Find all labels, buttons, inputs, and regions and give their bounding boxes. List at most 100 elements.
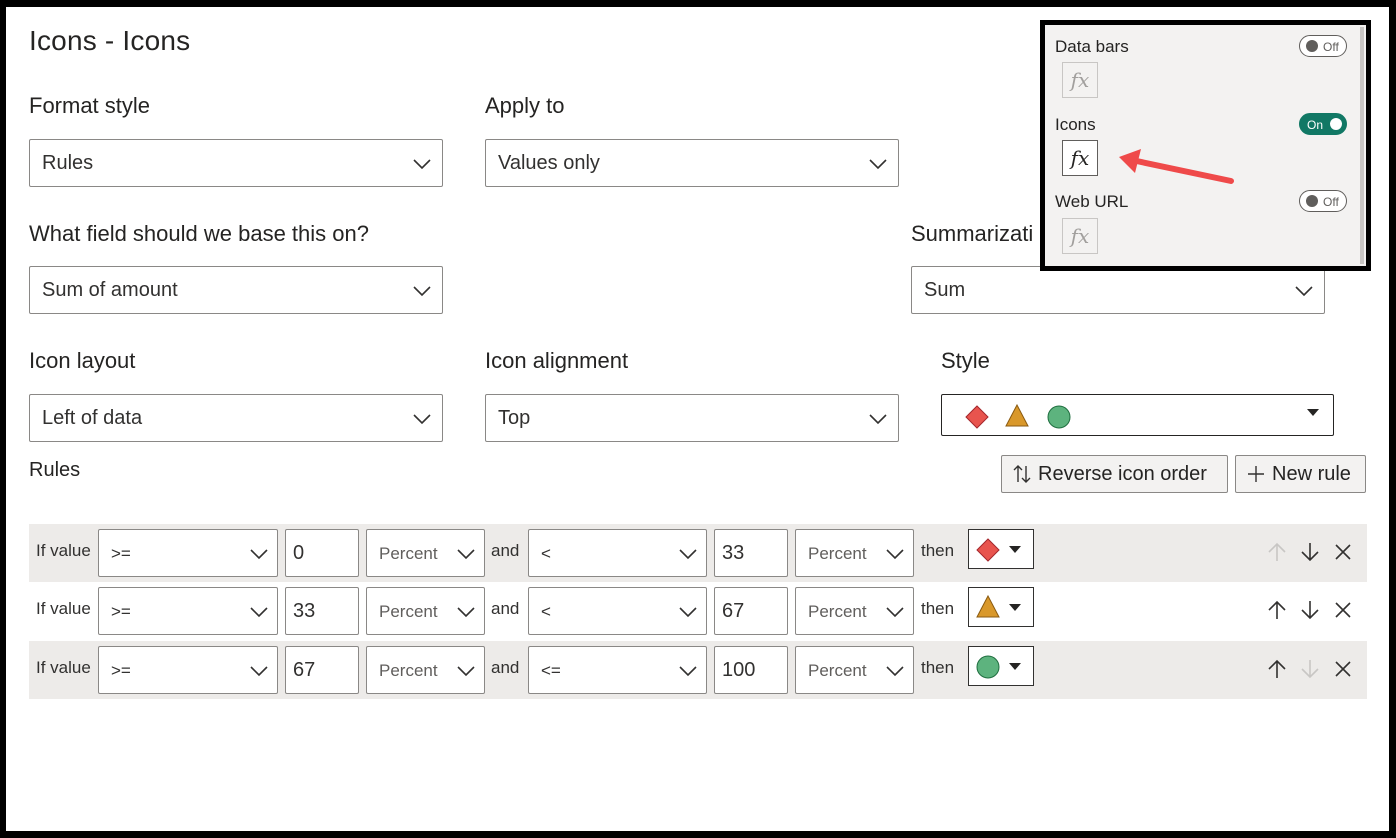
- and-label: and: [491, 599, 520, 618]
- rule-icon-dropdown[interactable]: [968, 529, 1034, 569]
- type-2-value: Percent: [808, 544, 867, 563]
- base-field-label: What field should we base this on?: [29, 221, 369, 246]
- chevron-down-icon: [679, 549, 697, 560]
- chevron-down-icon: [457, 666, 475, 677]
- type-1-value: Percent: [379, 602, 438, 621]
- value-1-text: 0: [293, 542, 305, 564]
- move-up-icon[interactable]: [1266, 658, 1288, 680]
- caret-down-icon: [1307, 409, 1319, 416]
- value-2-text: 100: [722, 659, 756, 681]
- chevron-down-icon: [886, 607, 904, 618]
- move-up-icon[interactable]: [1266, 599, 1288, 621]
- rule-row-3: If value >= 67 Percent and <= 100 Percen…: [29, 641, 1367, 699]
- chevron-down-icon: [250, 549, 268, 560]
- data-bars-toggle-text: Off: [1323, 40, 1339, 54]
- operator-1-dropdown[interactable]: >=: [98, 587, 278, 635]
- rule-icon-dropdown[interactable]: [968, 646, 1034, 686]
- if-value-label: If value: [36, 541, 91, 560]
- reverse-icon-order-button[interactable]: Reverse icon order: [1001, 455, 1228, 493]
- chevron-down-icon: [250, 666, 268, 677]
- delete-rule-icon[interactable]: [1332, 599, 1354, 621]
- plus-icon: [1248, 466, 1264, 482]
- web-url-fx-button[interactable]: fx: [1062, 218, 1098, 254]
- move-down-icon[interactable]: [1299, 599, 1321, 621]
- value-2-text: 67: [722, 600, 745, 622]
- then-label: then: [921, 541, 955, 560]
- rule-icon-dropdown[interactable]: [968, 587, 1034, 627]
- and-label: and: [491, 541, 520, 560]
- format-style-dropdown[interactable]: Rules: [29, 139, 443, 187]
- move-down-icon[interactable]: [1299, 658, 1321, 680]
- type-1-dropdown[interactable]: Percent: [366, 646, 485, 694]
- delete-rule-icon[interactable]: [1332, 658, 1354, 680]
- data-bars-fx-button[interactable]: fx: [1062, 62, 1098, 98]
- data-bars-toggle[interactable]: Off: [1299, 35, 1347, 57]
- chevron-down-icon: [679, 607, 697, 618]
- operator-2-value: <: [541, 602, 551, 621]
- move-up-icon[interactable]: [1266, 541, 1288, 563]
- chevron-down-icon: [869, 414, 887, 425]
- value-2-input[interactable]: 33: [714, 529, 788, 577]
- operator-1-dropdown[interactable]: >=: [98, 529, 278, 577]
- web-url-toggle-text: Off: [1323, 195, 1339, 209]
- value-1-input[interactable]: 67: [285, 646, 359, 694]
- green-circle-icon: [1047, 405, 1071, 429]
- operator-1-value: >=: [111, 602, 131, 621]
- operator-1-dropdown[interactable]: >=: [98, 646, 278, 694]
- cell-elements-callout: Data bars Off fx Icons On fx Web URL Off…: [1040, 20, 1371, 271]
- chevron-down-icon: [679, 666, 697, 677]
- type-2-value: Percent: [808, 661, 867, 680]
- icons-label: Icons: [1055, 115, 1096, 134]
- icons-toggle-text: On: [1307, 118, 1324, 132]
- icon-layout-label: Icon layout: [29, 348, 136, 373]
- icons-fx-button[interactable]: fx: [1062, 140, 1098, 176]
- fx-icon: fx: [1070, 146, 1090, 170]
- value-1-input[interactable]: 0: [285, 529, 359, 577]
- green-circle-icon: [976, 655, 1000, 679]
- apply-to-value: Values only: [498, 152, 600, 174]
- type-1-dropdown[interactable]: Percent: [366, 529, 485, 577]
- if-value-label: If value: [36, 599, 91, 618]
- web-url-label: Web URL: [1055, 192, 1129, 211]
- value-2-input[interactable]: 100: [714, 646, 788, 694]
- icon-layout-dropdown[interactable]: Left of data: [29, 394, 443, 442]
- icon-alignment-dropdown[interactable]: Top: [485, 394, 899, 442]
- summarization-dropdown[interactable]: Sum: [911, 266, 1325, 314]
- base-field-dropdown[interactable]: Sum of amount: [29, 266, 443, 314]
- delete-rule-icon[interactable]: [1332, 541, 1354, 563]
- then-label: then: [921, 599, 955, 618]
- icon-alignment-value: Top: [498, 407, 531, 429]
- operator-2-dropdown[interactable]: <: [528, 529, 707, 577]
- reverse-icon-order-label: Reverse icon order: [1038, 462, 1207, 485]
- style-label: Style: [941, 348, 990, 373]
- rule-row-1: If value >= 0 Percent and < 33 Percent t…: [29, 524, 1367, 582]
- operator-2-dropdown[interactable]: <: [528, 587, 707, 635]
- value-1-input[interactable]: 33: [285, 587, 359, 635]
- summarization-label: Summarizati: [911, 221, 1034, 246]
- chevron-down-icon: [457, 549, 475, 560]
- chevron-down-icon: [457, 607, 475, 618]
- panel-scrollbar[interactable]: [1360, 27, 1364, 264]
- chevron-down-icon: [413, 286, 431, 297]
- data-bars-label: Data bars: [1055, 37, 1129, 56]
- icons-toggle[interactable]: On: [1299, 113, 1347, 135]
- apply-to-dropdown[interactable]: Values only: [485, 139, 899, 187]
- new-rule-button[interactable]: New rule: [1235, 455, 1366, 493]
- operator-2-dropdown[interactable]: <=: [528, 646, 707, 694]
- if-value-label: If value: [36, 658, 91, 677]
- type-1-dropdown[interactable]: Percent: [366, 587, 485, 635]
- move-down-icon[interactable]: [1299, 541, 1321, 563]
- style-dropdown[interactable]: [941, 394, 1334, 436]
- chevron-down-icon: [413, 414, 431, 425]
- type-2-dropdown[interactable]: Percent: [795, 529, 914, 577]
- and-label: and: [491, 658, 520, 677]
- red-arrow-icon: [1119, 149, 1234, 184]
- chevron-down-icon: [869, 159, 887, 170]
- value-2-input[interactable]: 67: [714, 587, 788, 635]
- chevron-down-icon: [886, 549, 904, 560]
- type-2-dropdown[interactable]: Percent: [795, 646, 914, 694]
- chevron-down-icon: [886, 666, 904, 677]
- web-url-toggle[interactable]: Off: [1299, 190, 1347, 212]
- type-2-dropdown[interactable]: Percent: [795, 587, 914, 635]
- format-style-value: Rules: [42, 152, 94, 174]
